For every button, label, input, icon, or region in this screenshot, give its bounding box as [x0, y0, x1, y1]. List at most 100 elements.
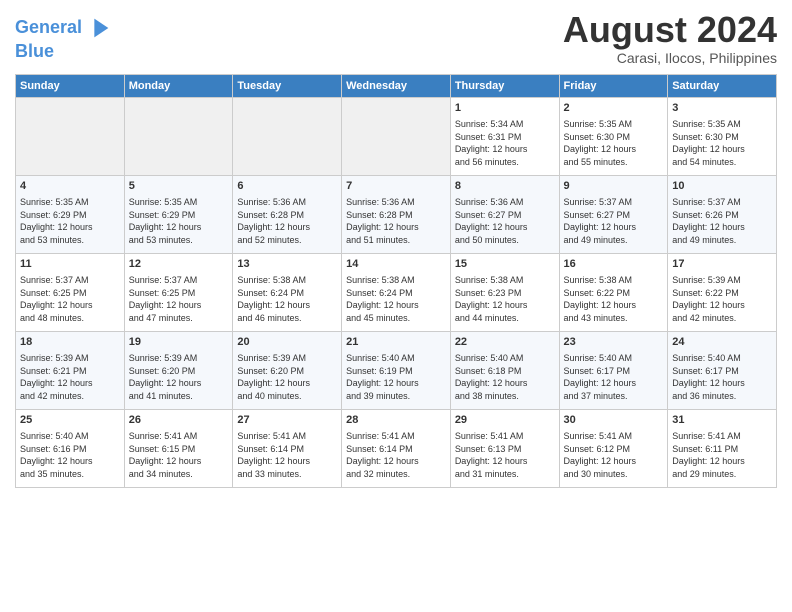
day-number: 1: [455, 101, 555, 116]
day-info: Daylight: 12 hours: [237, 221, 337, 234]
day-info: and 50 minutes.: [455, 234, 555, 247]
calendar-cell: 20Sunrise: 5:39 AMSunset: 6:20 PMDayligh…: [233, 331, 342, 409]
day-info: and 54 minutes.: [672, 156, 772, 169]
day-info: and 40 minutes.: [237, 390, 337, 403]
day-info: Sunset: 6:20 PM: [129, 365, 229, 378]
calendar-cell: 14Sunrise: 5:38 AMSunset: 6:24 PMDayligh…: [342, 253, 451, 331]
day-number: 16: [564, 257, 664, 272]
day-info: Sunrise: 5:38 AM: [346, 274, 446, 287]
calendar-cell: 22Sunrise: 5:40 AMSunset: 6:18 PMDayligh…: [450, 331, 559, 409]
day-number: 4: [20, 179, 120, 194]
day-info: Sunrise: 5:35 AM: [672, 118, 772, 131]
calendar-cell: 10Sunrise: 5:37 AMSunset: 6:26 PMDayligh…: [668, 175, 777, 253]
day-info: Daylight: 12 hours: [672, 455, 772, 468]
calendar-cell: 26Sunrise: 5:41 AMSunset: 6:15 PMDayligh…: [124, 409, 233, 487]
day-info: Sunrise: 5:41 AM: [455, 430, 555, 443]
day-info: and 37 minutes.: [564, 390, 664, 403]
day-info: and 39 minutes.: [346, 390, 446, 403]
day-header-sunday: Sunday: [16, 74, 125, 97]
day-info: Daylight: 12 hours: [129, 221, 229, 234]
day-info: Sunrise: 5:37 AM: [129, 274, 229, 287]
day-number: 23: [564, 335, 664, 350]
day-info: Daylight: 12 hours: [455, 377, 555, 390]
calendar-cell: [16, 97, 125, 175]
header: General Blue August 2024 Carasi, Ilocos,…: [15, 10, 777, 66]
day-info: Sunset: 6:27 PM: [564, 209, 664, 222]
day-info: and 44 minutes.: [455, 312, 555, 325]
calendar-cell: 19Sunrise: 5:39 AMSunset: 6:20 PMDayligh…: [124, 331, 233, 409]
day-header-monday: Monday: [124, 74, 233, 97]
logo-text: General: [15, 18, 82, 38]
day-number: 27: [237, 413, 337, 428]
calendar-cell: 17Sunrise: 5:39 AMSunset: 6:22 PMDayligh…: [668, 253, 777, 331]
day-info: Daylight: 12 hours: [346, 299, 446, 312]
day-info: Daylight: 12 hours: [672, 377, 772, 390]
day-header-saturday: Saturday: [668, 74, 777, 97]
day-info: Daylight: 12 hours: [237, 377, 337, 390]
day-info: Sunset: 6:19 PM: [346, 365, 446, 378]
day-info: and 42 minutes.: [672, 312, 772, 325]
day-info: Sunset: 6:29 PM: [20, 209, 120, 222]
day-info: Sunset: 6:29 PM: [129, 209, 229, 222]
calendar-cell: 23Sunrise: 5:40 AMSunset: 6:17 PMDayligh…: [559, 331, 668, 409]
day-info: Daylight: 12 hours: [672, 221, 772, 234]
calendar-cell: 30Sunrise: 5:41 AMSunset: 6:12 PMDayligh…: [559, 409, 668, 487]
day-info: Sunrise: 5:36 AM: [455, 196, 555, 209]
day-info: Sunset: 6:21 PM: [20, 365, 120, 378]
day-info: and 29 minutes.: [672, 468, 772, 481]
day-number: 18: [20, 335, 120, 350]
day-info: Sunset: 6:25 PM: [20, 287, 120, 300]
day-number: 7: [346, 179, 446, 194]
day-info: and 56 minutes.: [455, 156, 555, 169]
day-info: and 32 minutes.: [346, 468, 446, 481]
day-info: Daylight: 12 hours: [455, 143, 555, 156]
day-info: Daylight: 12 hours: [564, 377, 664, 390]
calendar-cell: 9Sunrise: 5:37 AMSunset: 6:27 PMDaylight…: [559, 175, 668, 253]
day-info: and 35 minutes.: [20, 468, 120, 481]
day-info: Sunset: 6:28 PM: [346, 209, 446, 222]
header-row: SundayMondayTuesdayWednesdayThursdayFrid…: [16, 74, 777, 97]
day-info: Sunset: 6:24 PM: [237, 287, 337, 300]
day-info: Sunset: 6:22 PM: [564, 287, 664, 300]
day-info: Sunset: 6:11 PM: [672, 443, 772, 456]
day-info: Daylight: 12 hours: [346, 455, 446, 468]
day-info: Daylight: 12 hours: [455, 221, 555, 234]
day-info: Sunrise: 5:39 AM: [129, 352, 229, 365]
day-info: Sunset: 6:17 PM: [672, 365, 772, 378]
day-info: and 34 minutes.: [129, 468, 229, 481]
day-info: Sunrise: 5:35 AM: [129, 196, 229, 209]
calendar-cell: 1Sunrise: 5:34 AMSunset: 6:31 PMDaylight…: [450, 97, 559, 175]
calendar-cell: 13Sunrise: 5:38 AMSunset: 6:24 PMDayligh…: [233, 253, 342, 331]
day-info: and 52 minutes.: [237, 234, 337, 247]
day-number: 6: [237, 179, 337, 194]
day-info: and 36 minutes.: [672, 390, 772, 403]
day-info: and 48 minutes.: [20, 312, 120, 325]
day-header-friday: Friday: [559, 74, 668, 97]
day-info: Sunrise: 5:41 AM: [237, 430, 337, 443]
logo-icon: [85, 14, 113, 42]
day-info: Daylight: 12 hours: [20, 221, 120, 234]
calendar-table: SundayMondayTuesdayWednesdayThursdayFrid…: [15, 74, 777, 488]
calendar-cell: [124, 97, 233, 175]
day-number: 25: [20, 413, 120, 428]
day-info: Sunrise: 5:36 AM: [346, 196, 446, 209]
day-info: Sunrise: 5:38 AM: [455, 274, 555, 287]
day-info: Daylight: 12 hours: [237, 299, 337, 312]
day-info: Sunrise: 5:40 AM: [20, 430, 120, 443]
day-number: 19: [129, 335, 229, 350]
calendar-cell: 15Sunrise: 5:38 AMSunset: 6:23 PMDayligh…: [450, 253, 559, 331]
day-info: Daylight: 12 hours: [20, 299, 120, 312]
day-info: Sunset: 6:14 PM: [346, 443, 446, 456]
calendar-cell: 27Sunrise: 5:41 AMSunset: 6:14 PMDayligh…: [233, 409, 342, 487]
calendar-cell: [233, 97, 342, 175]
calendar-cell: 5Sunrise: 5:35 AMSunset: 6:29 PMDaylight…: [124, 175, 233, 253]
calendar-cell: 18Sunrise: 5:39 AMSunset: 6:21 PMDayligh…: [16, 331, 125, 409]
week-row-3: 11Sunrise: 5:37 AMSunset: 6:25 PMDayligh…: [16, 253, 777, 331]
day-info: Sunrise: 5:40 AM: [564, 352, 664, 365]
calendar-cell: 12Sunrise: 5:37 AMSunset: 6:25 PMDayligh…: [124, 253, 233, 331]
day-info: Sunrise: 5:40 AM: [455, 352, 555, 365]
day-info: and 51 minutes.: [346, 234, 446, 247]
calendar-cell: 7Sunrise: 5:36 AMSunset: 6:28 PMDaylight…: [342, 175, 451, 253]
day-info: Daylight: 12 hours: [564, 299, 664, 312]
day-info: Sunset: 6:30 PM: [672, 131, 772, 144]
